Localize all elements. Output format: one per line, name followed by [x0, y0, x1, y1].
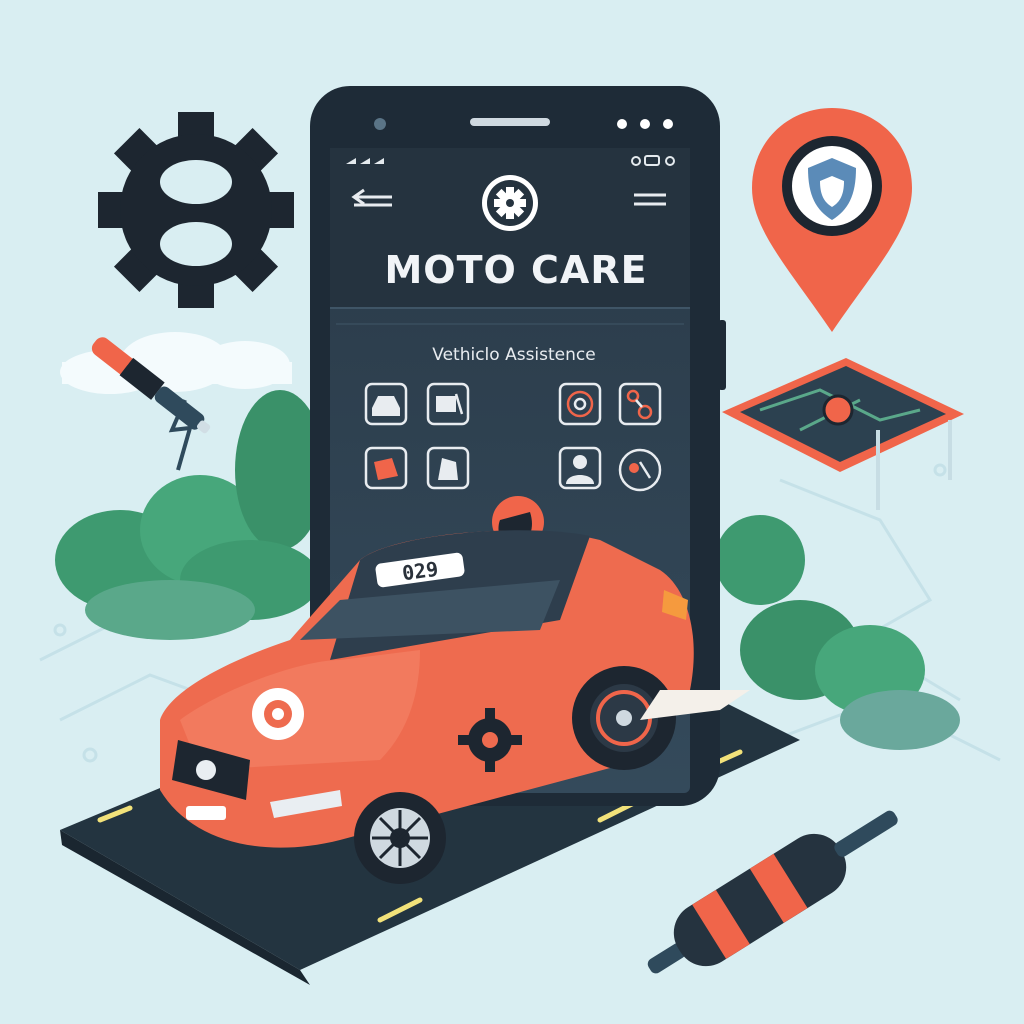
speaker-grille — [470, 118, 550, 126]
roof-plate: 029 — [401, 557, 440, 586]
large-gear-icon — [98, 112, 294, 308]
front-wheel — [354, 792, 446, 884]
app-subtitle: Vethiclo Assistence — [432, 345, 595, 365]
front-camera-icon — [374, 118, 386, 130]
rear-wheel — [572, 666, 676, 770]
illustration-scene: MOTO CARE Vethiclo Assistence 029 — [0, 0, 1024, 1024]
app-title: MOTO CARE — [384, 248, 647, 292]
gear-logo-icon — [482, 175, 538, 231]
